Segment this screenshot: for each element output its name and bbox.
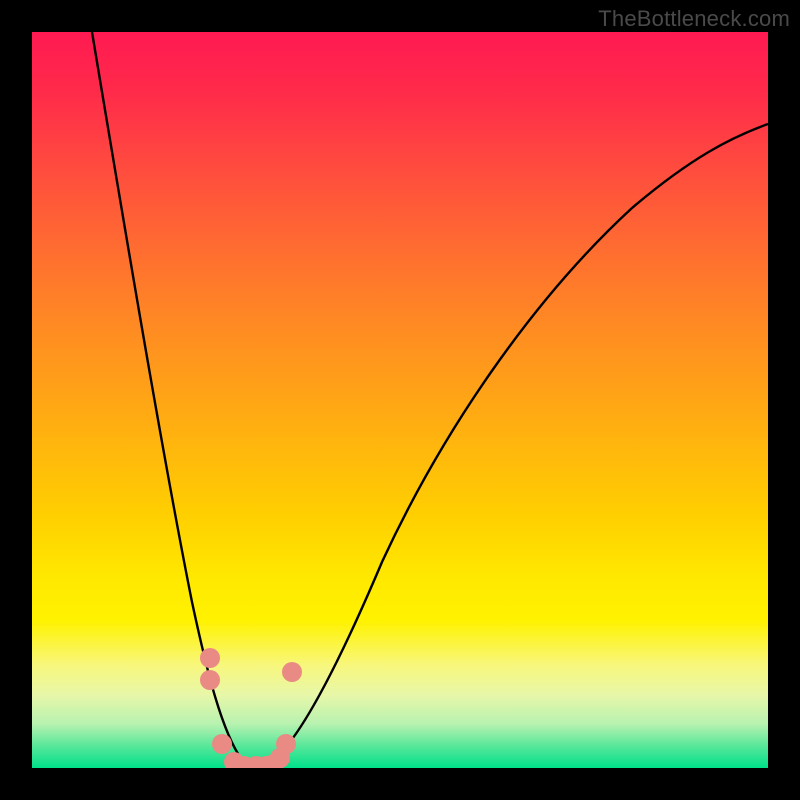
chart-frame: TheBottleneck.com: [0, 0, 800, 800]
bottleneck-curve: [92, 32, 768, 767]
marker-dots: [200, 648, 302, 768]
plot-area: [32, 32, 768, 768]
curve-layer: [32, 32, 768, 768]
watermark-text: TheBottleneck.com: [598, 6, 790, 32]
